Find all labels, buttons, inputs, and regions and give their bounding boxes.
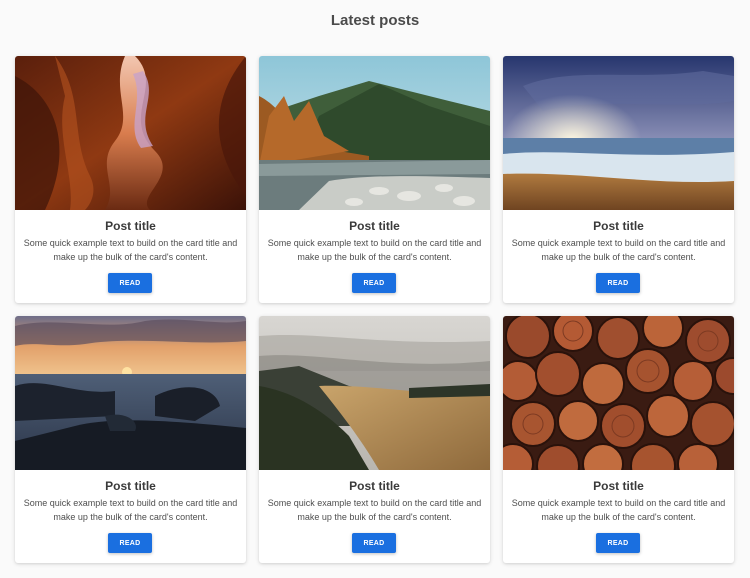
beach-sunset-photo [503,56,734,210]
canyon-photo [15,56,246,210]
read-button[interactable]: READ [596,273,640,293]
post-title: Post title [105,219,156,233]
post-title: Post title [105,479,156,493]
read-button[interactable]: READ [596,533,640,553]
rocky-shore-sunset-photo [15,316,246,470]
firewood-logs-photo [503,316,734,470]
post-card: Post title Some quick example text to bu… [15,316,246,563]
read-button[interactable]: READ [352,273,396,293]
post-card: Post title Some quick example text to bu… [15,56,246,303]
post-text: Some quick example text to build on the … [23,498,238,522]
page-title: Latest posts [330,12,420,29]
post-title: Post title [593,479,644,493]
post-title: Post title [349,219,400,233]
post-text: Some quick example text to build on the … [511,238,726,262]
post-title: Post title [349,479,400,493]
mountain-river-photo [259,56,490,210]
post-text: Some quick example text to build on the … [267,498,482,522]
post-card: Post title Some quick example text to bu… [503,316,734,563]
read-button[interactable]: READ [108,533,152,553]
post-text: Some quick example text to build on the … [23,238,238,262]
post-text: Some quick example text to build on the … [267,238,482,262]
read-button[interactable]: READ [352,533,396,553]
post-card: Post title Some quick example text to bu… [259,316,490,563]
page: Latest posts Post title Some quick examp… [0,0,750,578]
post-card: Post title Some quick example text to bu… [503,56,734,303]
misty-hills-photo [259,316,490,470]
read-button[interactable]: READ [108,273,152,293]
post-card: Post title Some quick example text to bu… [259,56,490,303]
post-text: Some quick example text to build on the … [511,498,726,522]
post-title: Post title [593,219,644,233]
